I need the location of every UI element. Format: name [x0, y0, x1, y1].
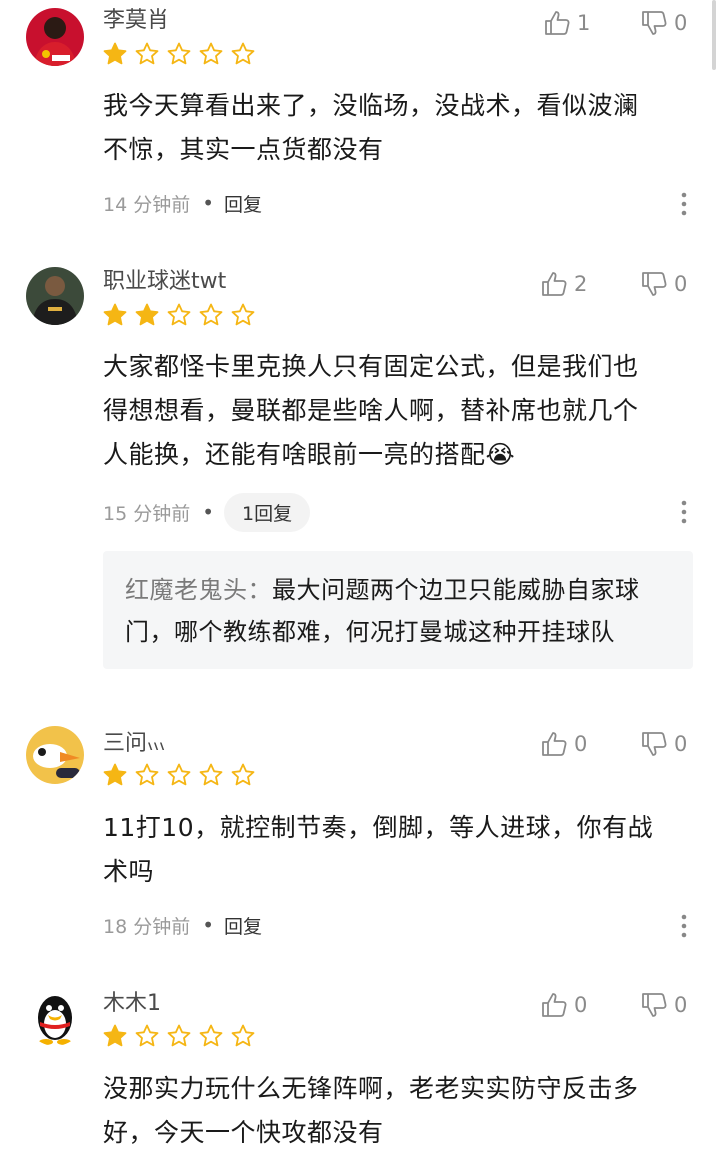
- thumbs-down-icon: [640, 9, 674, 37]
- star-empty-icon: [134, 41, 160, 67]
- reply-button[interactable]: 回复: [224, 190, 262, 217]
- star-empty-icon: [166, 41, 192, 67]
- rating-stars: [102, 41, 256, 67]
- star-empty-icon: [230, 302, 256, 328]
- dislike-button[interactable]: 0: [640, 989, 687, 1021]
- star-empty-icon: [166, 1023, 192, 1049]
- sub-reply-author[interactable]: 红魔老鬼头：: [125, 576, 272, 604]
- star-filled-icon: [102, 302, 128, 328]
- dislike-count: 0: [674, 272, 688, 296]
- rating-stars: [102, 762, 256, 788]
- more-options-icon[interactable]: [672, 189, 696, 219]
- avatar[interactable]: [26, 8, 84, 66]
- dislike-button[interactable]: 0: [640, 7, 687, 39]
- star-empty-icon: [198, 302, 224, 328]
- timestamp: 14 分钟前: [103, 193, 191, 216]
- like-button[interactable]: 2: [540, 268, 587, 300]
- comment-meta: 14 分钟前 • 回复: [103, 190, 263, 217]
- rating-stars: [102, 302, 256, 328]
- thumbs-up-icon: [543, 9, 577, 37]
- star-empty-icon: [134, 1023, 160, 1049]
- username[interactable]: 李莫肖: [103, 6, 169, 36]
- star-empty-icon: [166, 762, 192, 788]
- like-count: 2: [574, 272, 588, 296]
- thumbs-down-icon: [640, 270, 674, 298]
- star-empty-icon: [134, 762, 160, 788]
- star-empty-icon: [166, 302, 192, 328]
- dislike-count: 0: [674, 993, 688, 1017]
- dislike-count: 0: [674, 11, 688, 35]
- thumbs-down-icon: [640, 991, 674, 1019]
- thumbs-up-icon: [540, 270, 574, 298]
- star-empty-icon: [230, 1023, 256, 1049]
- timestamp: 15 分钟前: [103, 502, 191, 525]
- cartoon-bird-avatar: [26, 726, 84, 784]
- more-options-icon[interactable]: [672, 497, 696, 527]
- comment-meta: 18 分钟前 • 回复: [103, 912, 263, 939]
- star-empty-icon: [230, 762, 256, 788]
- thumbs-up-icon: [540, 730, 574, 758]
- sub-reply-box[interactable]: 红魔老鬼头：最大问题两个边卫只能威胁自家球门，哪个教练都难，何况打曼城这种开挂球…: [103, 551, 693, 669]
- star-filled-icon: [102, 1023, 128, 1049]
- comment-meta: 15 分钟前 • 1回复: [103, 492, 311, 532]
- like-button[interactable]: 1: [543, 7, 590, 39]
- star-filled-icon: [102, 762, 128, 788]
- dislike-button[interactable]: 0: [640, 728, 687, 760]
- view-replies-button[interactable]: 1回复: [224, 492, 311, 532]
- comment-text: 我今天算看出来了，没临场，没战术，看似波澜不惊，其实一点货都没有: [103, 91, 639, 164]
- star-empty-icon: [198, 1023, 224, 1049]
- star-empty-icon: [198, 41, 224, 67]
- like-count: 1: [577, 11, 591, 35]
- like-count: 0: [574, 732, 588, 756]
- username[interactable]: 职业球迷twt: [103, 267, 226, 297]
- qq-penguin-avatar: [26, 988, 84, 1046]
- thumbs-up-icon: [540, 991, 574, 1019]
- dislike-button[interactable]: 0: [640, 268, 687, 300]
- star-filled-icon: [102, 41, 128, 67]
- like-button[interactable]: 0: [540, 989, 587, 1021]
- avatar[interactable]: [26, 988, 84, 1046]
- man-utd-player-avatar: [26, 8, 84, 66]
- dislike-count: 0: [674, 732, 688, 756]
- star-empty-icon: [198, 762, 224, 788]
- timestamp: 18 分钟前: [103, 915, 191, 938]
- star-empty-icon: [230, 41, 256, 67]
- comment-text: 11打10，就控制节奏，倒脚，等人进球，你有战术吗: [103, 813, 654, 886]
- thumbs-down-icon: [640, 730, 674, 758]
- like-count: 0: [574, 993, 588, 1017]
- avatar[interactable]: [26, 267, 84, 325]
- avatar[interactable]: [26, 726, 84, 784]
- username[interactable]: 木木1: [103, 989, 161, 1019]
- more-options-icon[interactable]: [672, 911, 696, 941]
- username[interactable]: 三问៶៶៶: [103, 729, 165, 759]
- like-button[interactable]: 0: [540, 728, 587, 760]
- comment-text: 大家都怪卡里克换人只有固定公式，但是我们也得想想看，曼联都是些啥人啊，替补席也就…: [103, 352, 639, 469]
- sub-reply-content: 红魔老鬼头：最大问题两个边卫只能威胁自家球门，哪个教练都难，何况打曼城这种开挂球…: [125, 569, 680, 653]
- rating-stars: [102, 1023, 256, 1049]
- star-filled-icon: [134, 302, 160, 328]
- football-player-avatar: [26, 267, 84, 325]
- comment-text: 没那实力玩什么无锋阵啊，老老实实防守反击多好，今天一个快攻都没有: [103, 1074, 639, 1147]
- reply-button[interactable]: 回复: [224, 912, 262, 939]
- scrollbar[interactable]: [712, 0, 716, 70]
